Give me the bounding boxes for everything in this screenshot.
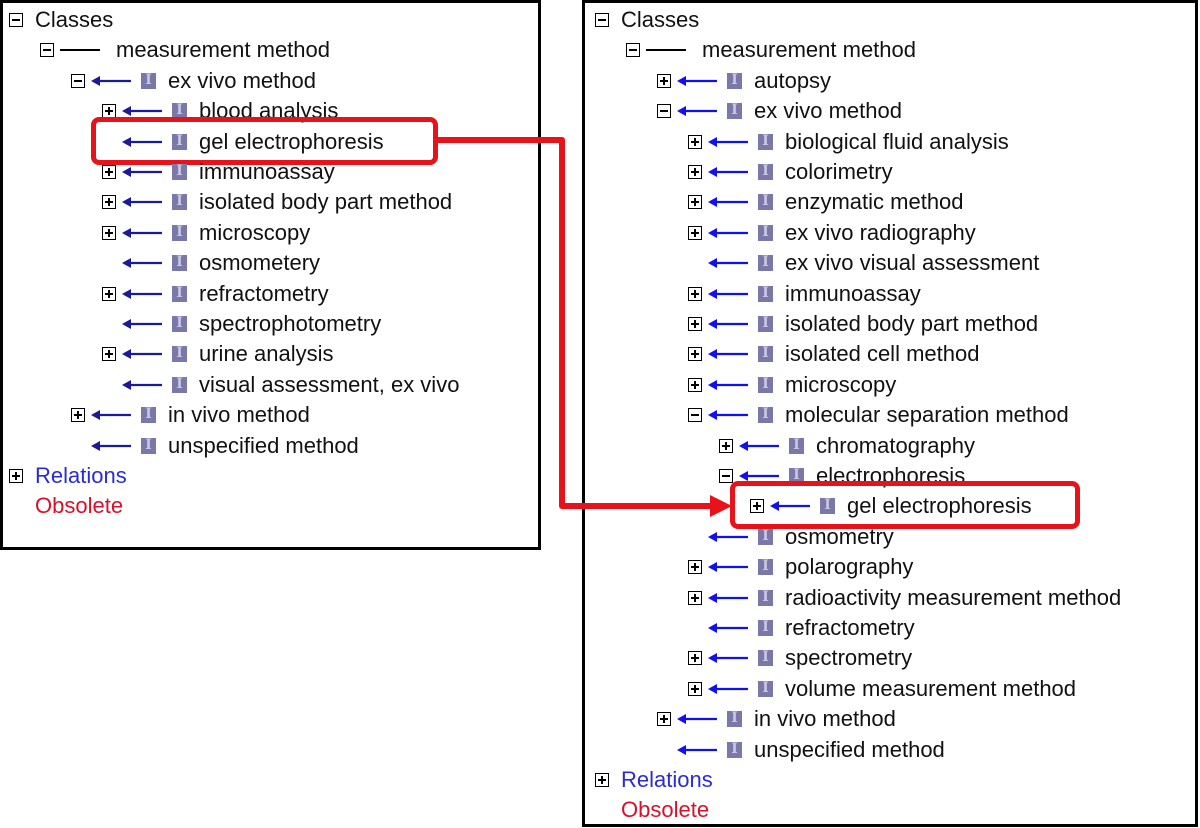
connector-arrowhead xyxy=(710,495,732,517)
connector-line xyxy=(433,137,712,509)
mapping-connector xyxy=(433,137,732,517)
